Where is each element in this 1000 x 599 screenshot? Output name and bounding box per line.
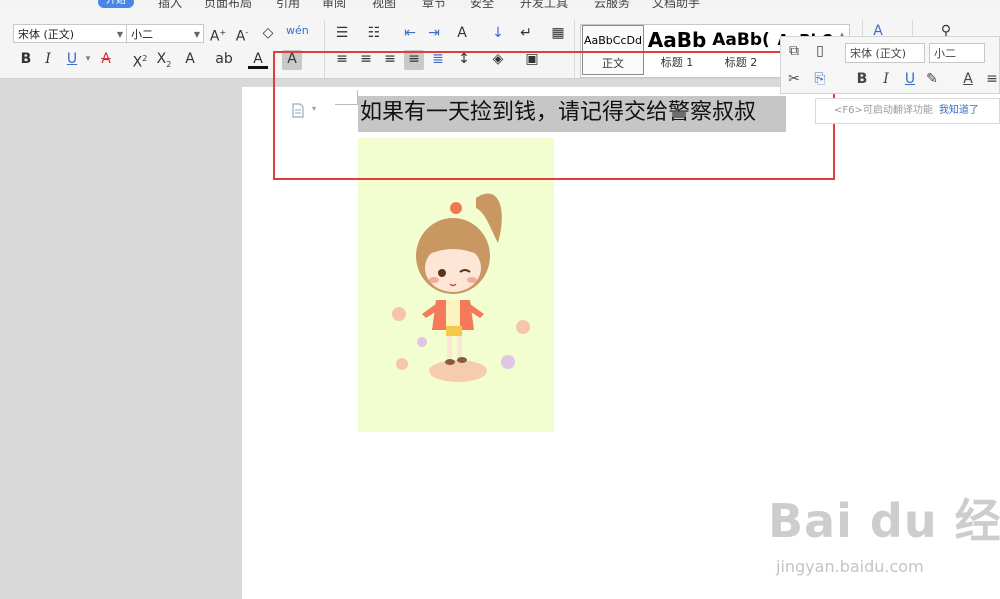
phonetic-guide-icon[interactable]: wén [286,22,309,42]
mini-bold-button[interactable]: B [853,69,871,89]
tab-security[interactable]: 安全 [470,0,494,8]
tab-assistant[interactable]: 文档助手 [652,0,700,8]
baidu-watermark: Bai du 经验 jingyan.baidu.com [768,485,1000,595]
bullet-list-icon[interactable]: ☰ [332,24,352,44]
table-border-icon[interactable]: ▦ [548,24,568,44]
annotation-highlight-box [273,51,835,180]
sort-icon[interactable]: ↓ [488,24,508,44]
line-break-icon[interactable]: ↵ [516,24,536,44]
mini-font-color-button[interactable]: A [959,69,977,89]
tab-cloud[interactable]: 云服务 [594,0,630,8]
mini-font-name-value: 宋体 (正文) [850,47,907,60]
tab-chapter[interactable]: 章节 [422,0,446,8]
paste-icon[interactable]: ⎘ [811,69,829,89]
font-name-value: 宋体 (正文) [18,28,75,41]
tab-layout[interactable]: 页面布局 [204,0,252,8]
tab-home[interactable]: 开始 [98,0,134,8]
subscript-icon[interactable]: X2 [154,50,174,70]
underline-button[interactable]: U [62,50,82,70]
mini-toolbar: ⧉ ▯ 宋体 (正文) 小二 ✂ ⎘ B I U ✎ A ≡ [780,36,1000,94]
text-direction-icon[interactable]: A [452,24,472,44]
tab-developer[interactable]: 开发工具 [520,0,568,8]
tab-view[interactable]: 视图 [372,0,396,8]
watermark-url: jingyan.baidu.com [776,557,924,576]
shrink-font-icon[interactable]: A- [232,24,252,45]
mini-underline-button[interactable]: U [901,69,919,89]
highlight-icon[interactable]: ab [214,50,234,70]
font-name-select[interactable]: 宋体 (正文) ▼ [13,24,127,43]
decrease-indent-icon[interactable]: ⇤ [400,24,420,44]
watermark-brand: Bai du 经验 [768,494,1000,548]
italic-button[interactable]: I [38,50,58,70]
tab-insert[interactable]: 插入 [158,0,182,8]
increase-indent-icon[interactable]: ⇥ [424,24,444,44]
format-painter-icon[interactable]: ▯ [811,41,829,61]
mini-font-size-select[interactable]: 小二 [929,43,985,63]
translate-hint-bar: <F6>可启动翻译功能 我知道了 [815,98,1000,124]
font-color-icon[interactable]: A [248,50,268,69]
align-icon[interactable]: ≡ [983,69,1000,89]
mini-font-name-select[interactable]: 宋体 (正文) [845,43,925,63]
highlight-icon[interactable]: ✎ [923,69,941,89]
copy-icon[interactable]: ⧉ [785,41,803,61]
chevron-down-icon[interactable]: ▾ [84,50,92,70]
font-size-value: 小二 [131,28,153,41]
strikethrough-icon[interactable]: A [96,50,116,70]
inserted-image[interactable] [358,138,554,432]
font-size-select[interactable]: 小二 ▼ [126,24,204,43]
got-it-link[interactable]: 我知道了 [939,105,979,116]
cut-icon[interactable]: ✂ [785,69,803,89]
tab-references[interactable]: 引用 [276,0,300,8]
bold-button[interactable]: B [16,50,36,70]
mini-italic-button[interactable]: I [877,69,895,89]
tab-review[interactable]: 审阅 [322,0,346,8]
chevron-down-icon: ▼ [193,30,200,39]
text-effect-icon[interactable]: A [180,50,200,70]
clear-format-icon[interactable]: ◇ [258,24,278,44]
menu-bar: 开始 插入 页面布局 引用 审阅 视图 章节 安全 开发工具 云服务 文档助手 [0,0,1000,8]
superscript-icon[interactable]: X2 [130,50,150,71]
cartoon-girl-image [392,193,530,382]
translate-hint-text: <F6>可启动翻译功能 [834,105,933,116]
chevron-down-icon: ▼ [116,30,123,39]
grow-font-icon[interactable]: A+ [208,24,228,45]
mini-font-size-value: 小二 [934,47,956,60]
numbered-list-icon[interactable]: ☷ [364,24,384,44]
